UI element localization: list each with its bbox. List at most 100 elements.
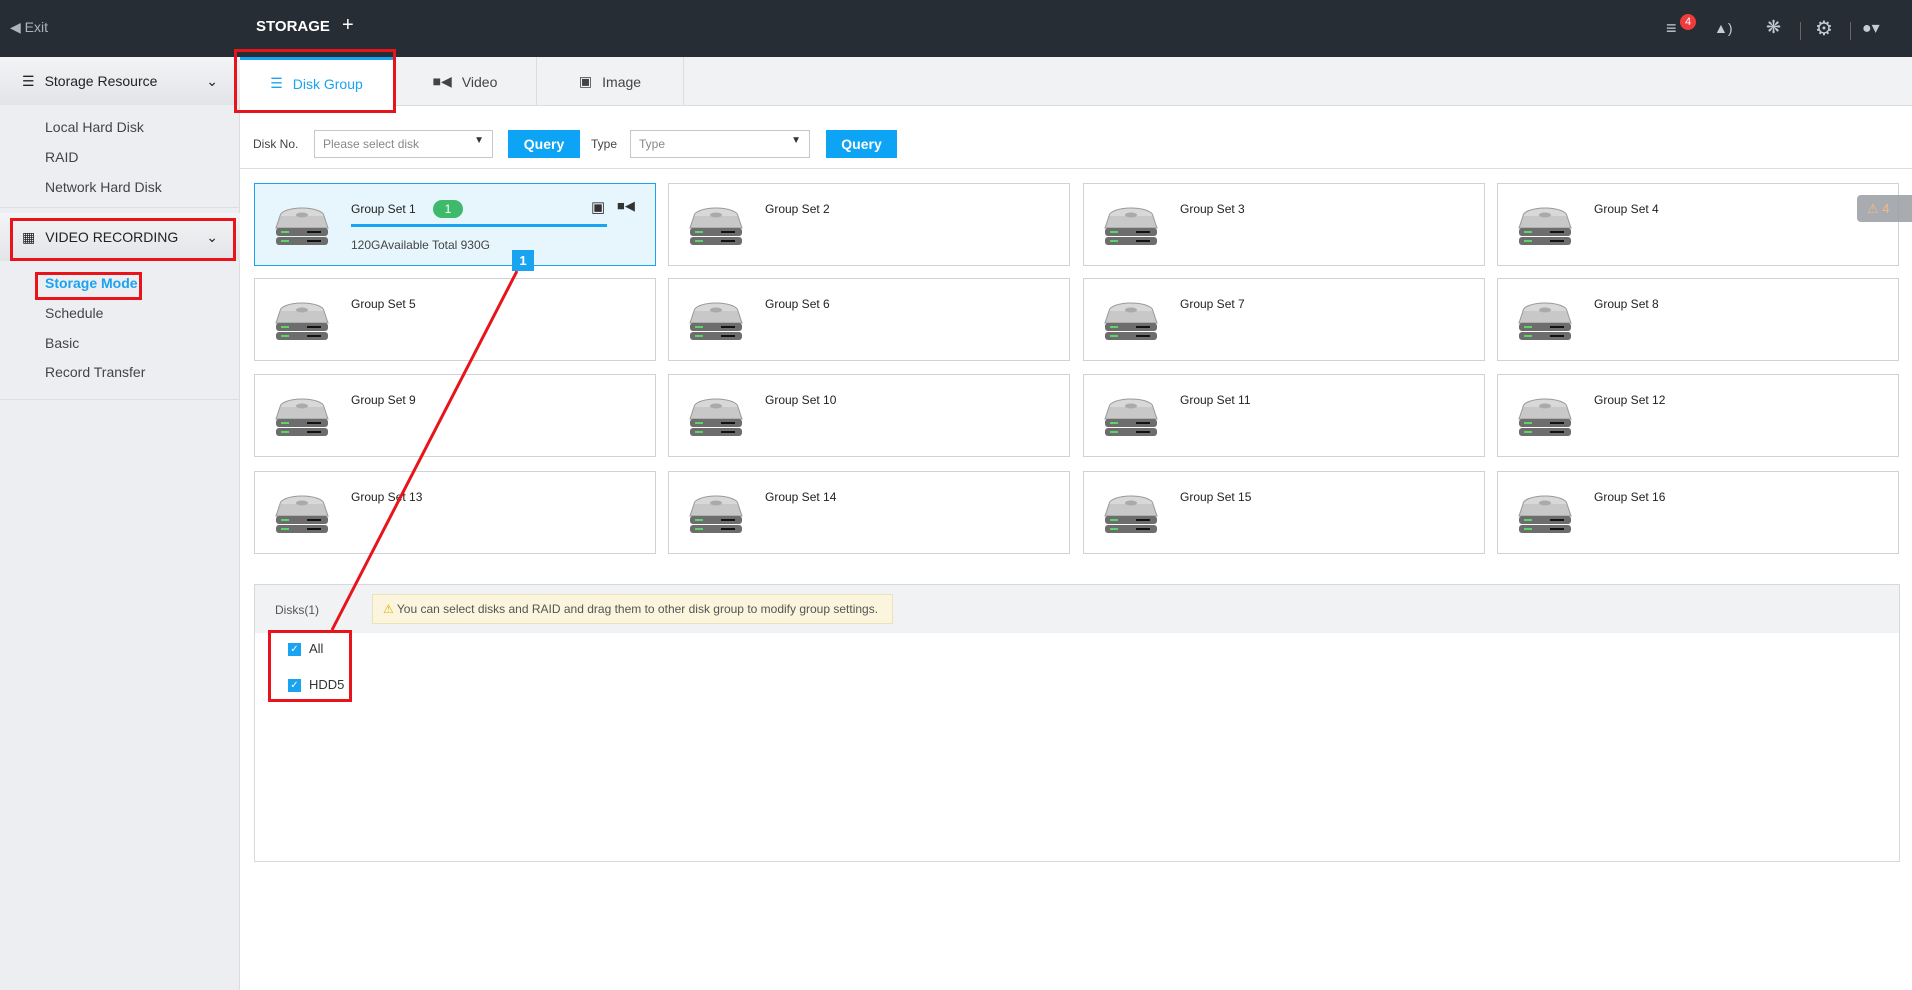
disk-group-card[interactable]: Group Set 8 — [1497, 278, 1899, 361]
sidebar-section-storage-resource[interactable]: ☰ Storage Resource ⌄ — [0, 57, 240, 105]
sidebar: ☰ Storage Resource ⌄ Local Hard Disk RAID … — [0, 57, 240, 990]
annotation-box-video-recording — [10, 218, 236, 261]
hard-disk-icon — [1102, 492, 1160, 537]
chevron-down-icon: ⌄ — [206, 72, 218, 89]
divider — [0, 207, 240, 208]
tab-image[interactable]: ▣ Image — [537, 57, 684, 106]
hard-disk-icon — [1516, 299, 1574, 344]
disk-no-label: Disk No. — [253, 137, 299, 151]
hard-disk-icon — [1516, 492, 1574, 537]
disk-count-badge: 1 — [433, 200, 463, 218]
disk-group-card[interactable]: Group Set 10 — [668, 374, 1070, 457]
exit-label: Exit — [24, 19, 49, 35]
group-name: Group Set 11 — [1180, 393, 1251, 407]
group-name: Group Set 14 — [765, 490, 837, 504]
hard-disk-icon — [1516, 395, 1574, 440]
group-name: Group Set 5 — [351, 297, 416, 311]
hint-banner: ⚠ You can select disks and RAID and drag… — [372, 594, 893, 624]
group-name: Group Set 7 — [1180, 297, 1245, 311]
disk-group-card[interactable]: Group Set 9 — [254, 374, 656, 457]
hard-disk-icon — [273, 204, 331, 249]
hard-disk-icon — [273, 299, 331, 344]
user-menu-icon[interactable]: ●▾ — [1862, 18, 1880, 38]
list-icon: ☰ — [22, 72, 35, 89]
hard-disk-icon — [273, 395, 331, 440]
annotation-box-storage-mode — [35, 272, 142, 300]
warning-icon: ⚠ — [383, 602, 394, 616]
group-name: Group Set 9 — [351, 393, 416, 407]
hint-text: You can select disks and RAID and drag t… — [396, 602, 879, 616]
usage-bar-fill — [351, 224, 607, 227]
aperture-icon[interactable]: ❋ — [1766, 17, 1781, 38]
video-camera-icon: ■◀ — [432, 73, 452, 89]
disk-group-card[interactable]: Group Set 12 — [1497, 374, 1899, 457]
hard-disk-icon — [687, 204, 745, 249]
sidebar-item-basic[interactable]: Basic — [45, 335, 79, 351]
tab-label: Video — [461, 73, 498, 90]
disk-group-card[interactable]: Group Set 11 — [1083, 374, 1485, 457]
exit-button[interactable]: ◀ Exit — [10, 19, 48, 36]
group-name: Group Set 13 — [351, 490, 423, 504]
placeholder: Type — [639, 137, 666, 151]
add-tab-button[interactable]: + — [342, 14, 354, 37]
sidebar-item-local-hard-disk[interactable]: Local Hard Disk — [45, 119, 144, 135]
query-button[interactable]: Query — [508, 130, 580, 158]
video-camera-icon: ■◀ — [617, 198, 635, 213]
tab-label: Image — [602, 73, 642, 90]
divider — [1800, 22, 1801, 40]
group-name: Group Set 8 — [1594, 297, 1659, 311]
image-icon: ▣ — [578, 73, 593, 89]
divider — [1850, 22, 1851, 40]
sidebar-item-raid[interactable]: RAID — [45, 149, 78, 165]
sidebar-item-network-hard-disk[interactable]: Network Hard Disk — [45, 179, 162, 195]
divider — [0, 399, 240, 400]
alert-count: 4 — [1882, 201, 1890, 216]
list-icon[interactable]: ≡ — [1666, 18, 1677, 39]
placeholder: Please select disk — [323, 137, 420, 151]
disks-panel: Disks(1) ⚠ You can select disks and RAID… — [254, 584, 1900, 862]
disk-group-card[interactable]: Group Set 3 — [1083, 183, 1485, 266]
alert-badge[interactable]: ⚠ 4 — [1857, 195, 1912, 222]
disk-group-card[interactable]: Group Set 13 — [254, 471, 656, 554]
capacity-text: 120GAvailable Total 930G — [351, 238, 490, 252]
divider — [240, 168, 1912, 169]
disks-title: Disks(1) — [275, 603, 319, 617]
hard-disk-icon — [687, 395, 745, 440]
annotation-box-tab — [234, 49, 396, 113]
hard-disk-icon — [1102, 204, 1160, 249]
group-name: Group Set 10 — [765, 393, 837, 407]
section-label: Storage Resource — [44, 73, 158, 89]
hard-disk-icon — [687, 492, 745, 537]
caret-down-icon: ▼ — [791, 135, 801, 146]
notification-badge: 4 — [1680, 14, 1696, 30]
alarm-icon[interactable]: ▲) — [1714, 20, 1733, 36]
disk-group-card[interactable]: Group Set 2 — [668, 183, 1070, 266]
disks-panel-header: Disks(1) ⚠ You can select disks and RAID… — [255, 585, 1899, 633]
disk-group-card[interactable]: Group Set 4 — [1497, 183, 1899, 266]
disk-group-card[interactable]: Group Set 15 — [1083, 471, 1485, 554]
usage-bar — [351, 224, 607, 227]
back-arrow-icon: ◀ — [10, 19, 21, 35]
tab-bar: ☰ Disk Group ■◀ Video ▣ Image — [240, 57, 1912, 107]
warning-icon: ⚠ — [1867, 201, 1879, 216]
sidebar-item-record-transfer[interactable]: Record Transfer — [45, 364, 145, 380]
disk-no-select[interactable]: Please select disk ▼ — [314, 130, 493, 158]
hard-disk-icon — [1102, 395, 1160, 440]
hard-disk-icon — [687, 299, 745, 344]
disk-group-card[interactable]: Group Set 16 — [1497, 471, 1899, 554]
disk-group-card[interactable]: Group Set 14 — [668, 471, 1070, 554]
hard-disk-icon — [1516, 204, 1574, 249]
gear-icon[interactable]: ⚙ — [1815, 16, 1833, 41]
disk-group-card[interactable]: Group Set 5 — [254, 278, 656, 361]
disk-group-card[interactable]: Group Set 7 — [1083, 278, 1485, 361]
disk-group-card[interactable]: Group Set 1 1 ▣ ■◀ 120GAvailable Total 930G — [254, 183, 656, 266]
sidebar-item-schedule[interactable]: Schedule — [45, 305, 103, 321]
query-type-button[interactable]: Query — [826, 130, 897, 158]
tab-video[interactable]: ■◀ Video — [394, 57, 537, 106]
group-name: Group Set 1 — [351, 202, 416, 216]
type-select[interactable]: Type ▼ — [630, 130, 810, 158]
disk-group-card[interactable]: Group Set 6 — [668, 278, 1070, 361]
group-name: Group Set 15 — [1180, 490, 1252, 504]
app-title: STORAGE — [256, 18, 330, 35]
annotation-marker: 1 — [512, 250, 534, 271]
